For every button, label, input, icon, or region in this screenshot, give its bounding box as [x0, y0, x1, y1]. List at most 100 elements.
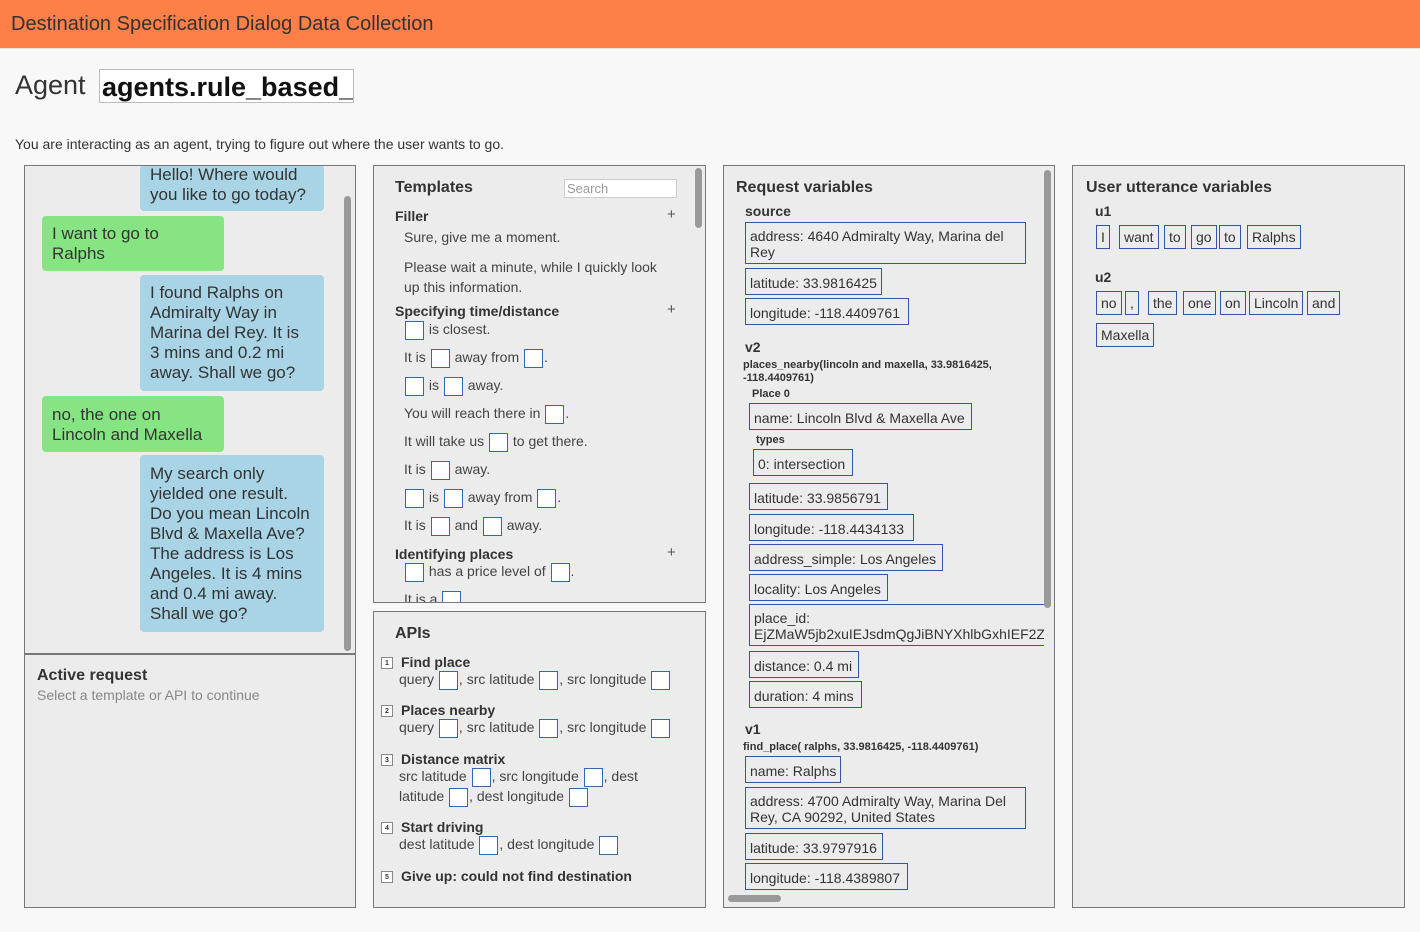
chat-scrollbar[interactable]: [344, 196, 351, 651]
var-v1-address[interactable]: address: 4700 Admiralty Way, Marina Del …: [745, 787, 1026, 829]
add-places-template-button[interactable]: +: [667, 544, 676, 561]
api-distance-matrix[interactable]: 3 Distance matrix: [381, 751, 505, 767]
var-value: address: 4640 Admiralty Way, Marina del: [750, 228, 1004, 244]
param-slot[interactable]: [539, 719, 559, 738]
template-slot[interactable]: [442, 591, 462, 602]
template-slot[interactable]: [537, 489, 557, 508]
request-variables-panel[interactable]: Request variables source address: 4640 A…: [723, 165, 1055, 908]
template-text: up this information.: [404, 279, 523, 295]
param-slot[interactable]: [583, 768, 603, 787]
token-chip[interactable]: on: [1220, 291, 1246, 315]
param-slot[interactable]: [568, 788, 588, 807]
request-variables-vscrollbar[interactable]: [1044, 170, 1051, 608]
template-item[interactable]: Sure, give me a moment.: [404, 229, 560, 245]
param-slot[interactable]: [438, 671, 458, 690]
template-item[interactable]: It will take us to get there.: [404, 433, 588, 452]
template-slot[interactable]: [430, 461, 450, 480]
token-chip[interactable]: go: [1191, 225, 1217, 249]
token-chip[interactable]: and: [1307, 291, 1341, 315]
var-source-address[interactable]: address: 4640 Admiralty Way, Marina del …: [745, 222, 1026, 264]
template-slot[interactable]: [405, 563, 424, 582]
template-item[interactable]: It is and away.: [404, 517, 542, 536]
token-chip[interactable]: I: [1096, 225, 1110, 249]
var-v2-duration[interactable]: duration: 4 mins: [749, 681, 862, 708]
template-slot[interactable]: [405, 321, 424, 340]
token-chip[interactable]: ,: [1125, 291, 1139, 315]
param-slot[interactable]: [651, 719, 671, 738]
chat-panel[interactable]: Hello! Where would you like to go today?…: [24, 165, 356, 654]
template-text: It is: [404, 517, 426, 534]
add-time-distance-template-button[interactable]: +: [667, 301, 676, 318]
param-label: latitude: [399, 788, 445, 805]
chat-message-user: no, the one on Lincoln and Maxella: [42, 396, 224, 452]
token-chip[interactable]: Lincoln: [1249, 291, 1304, 315]
template-item[interactable]: You will reach there in .: [404, 405, 569, 424]
param-slot[interactable]: [599, 836, 619, 855]
var-v2-address-simple[interactable]: address_simple: Los Angeles: [749, 544, 943, 571]
var-v2-distance[interactable]: distance: 0.4 mi: [749, 651, 859, 678]
templates-panel[interactable]: Templates Search Filler + Sure, give me …: [373, 165, 706, 603]
add-filler-template-button[interactable]: +: [667, 206, 676, 223]
api-find-place[interactable]: 1 Find place: [381, 654, 470, 670]
var-v2-type-0[interactable]: 0: intersection: [753, 449, 853, 476]
template-slot[interactable]: [489, 433, 509, 452]
agent-name-input[interactable]: agents.rule_based_a: [99, 69, 354, 103]
template-slot[interactable]: [430, 517, 450, 536]
var-v2-latitude[interactable]: latitude: 33.9856791: [749, 483, 888, 510]
api-start-driving[interactable]: 4 Start driving: [381, 819, 483, 835]
template-item[interactable]: has a price level of .: [404, 563, 574, 582]
token-chip[interactable]: want: [1119, 225, 1159, 249]
param-slot[interactable]: [651, 671, 671, 690]
token-chip[interactable]: to: [1219, 225, 1241, 249]
var-v2-locality[interactable]: locality: Los Angeles: [749, 574, 888, 601]
template-slot[interactable]: [443, 377, 463, 396]
var-v1-label: v1: [745, 721, 761, 737]
var-source-latitude[interactable]: latitude: 33.9816425: [745, 268, 882, 295]
message-line: away. Shall we go?: [150, 363, 296, 382]
template-slot[interactable]: [482, 517, 502, 536]
templates-scrollbar[interactable]: [695, 168, 702, 228]
param-slot[interactable]: [438, 719, 458, 738]
template-item[interactable]: is away.: [404, 377, 503, 396]
token-chip[interactable]: Maxella: [1096, 323, 1155, 347]
template-slot[interactable]: [524, 349, 544, 368]
message-line: Shall we go?: [150, 604, 248, 623]
template-item[interactable]: It is away.: [404, 461, 490, 480]
api-give-up[interactable]: 5 Give up: could not find destination: [381, 868, 632, 884]
var-value: address: 4700 Admiralty Way, Marina Del: [750, 793, 1006, 809]
templates-search-input[interactable]: Search: [564, 179, 677, 198]
utterance-variables-panel[interactable]: User utterance variables u1 I want to go…: [1072, 165, 1405, 908]
token-chip[interactable]: no: [1096, 291, 1122, 315]
var-v1-name[interactable]: name: Ralphs: [745, 756, 841, 783]
template-slot[interactable]: [545, 405, 565, 424]
template-slot[interactable]: [550, 563, 570, 582]
var-v2-place-id[interactable]: place_id: EjZMaW5jb2xuIEJsdmQgJiBNYXhlbG…: [749, 604, 1044, 646]
token-chip[interactable]: the: [1148, 291, 1178, 315]
template-slot[interactable]: [405, 377, 424, 396]
var-v1-longitude[interactable]: longitude: -118.4389807: [745, 863, 908, 890]
var-source-longitude[interactable]: longitude: -118.4409761: [745, 298, 909, 325]
param-slot[interactable]: [539, 671, 559, 690]
token-chip[interactable]: one: [1183, 291, 1217, 315]
template-item[interactable]: is closest.: [404, 321, 490, 340]
apis-panel[interactable]: APIs 1 Find place query , src latitude , …: [373, 611, 706, 908]
template-item[interactable]: Please wait a minute, while I quickly lo…: [404, 257, 657, 297]
var-v2-name[interactable]: name: Lincoln Blvd & Maxella Ave: [749, 403, 972, 430]
template-item[interactable]: It is away from .: [404, 349, 548, 368]
var-v2-longitude[interactable]: longitude: -118.4434133: [749, 514, 914, 541]
token-chip[interactable]: to: [1164, 225, 1186, 249]
request-variables-hscrollbar[interactable]: [728, 895, 781, 902]
api-places-nearby[interactable]: 2 Places nearby: [381, 702, 495, 718]
template-slot[interactable]: [430, 349, 450, 368]
template-slot[interactable]: [443, 489, 463, 508]
param-slot[interactable]: [479, 836, 499, 855]
template-text: .: [544, 349, 548, 366]
template-item[interactable]: It is a: [404, 591, 462, 602]
var-v1-latitude[interactable]: latitude: 33.9797916: [745, 833, 883, 860]
param-slot[interactable]: [449, 788, 469, 807]
template-text: away.: [454, 461, 491, 478]
token-chip[interactable]: Ralphs: [1247, 225, 1301, 249]
template-slot[interactable]: [405, 489, 424, 508]
template-item[interactable]: is away from .: [404, 489, 561, 508]
param-slot[interactable]: [471, 768, 491, 787]
